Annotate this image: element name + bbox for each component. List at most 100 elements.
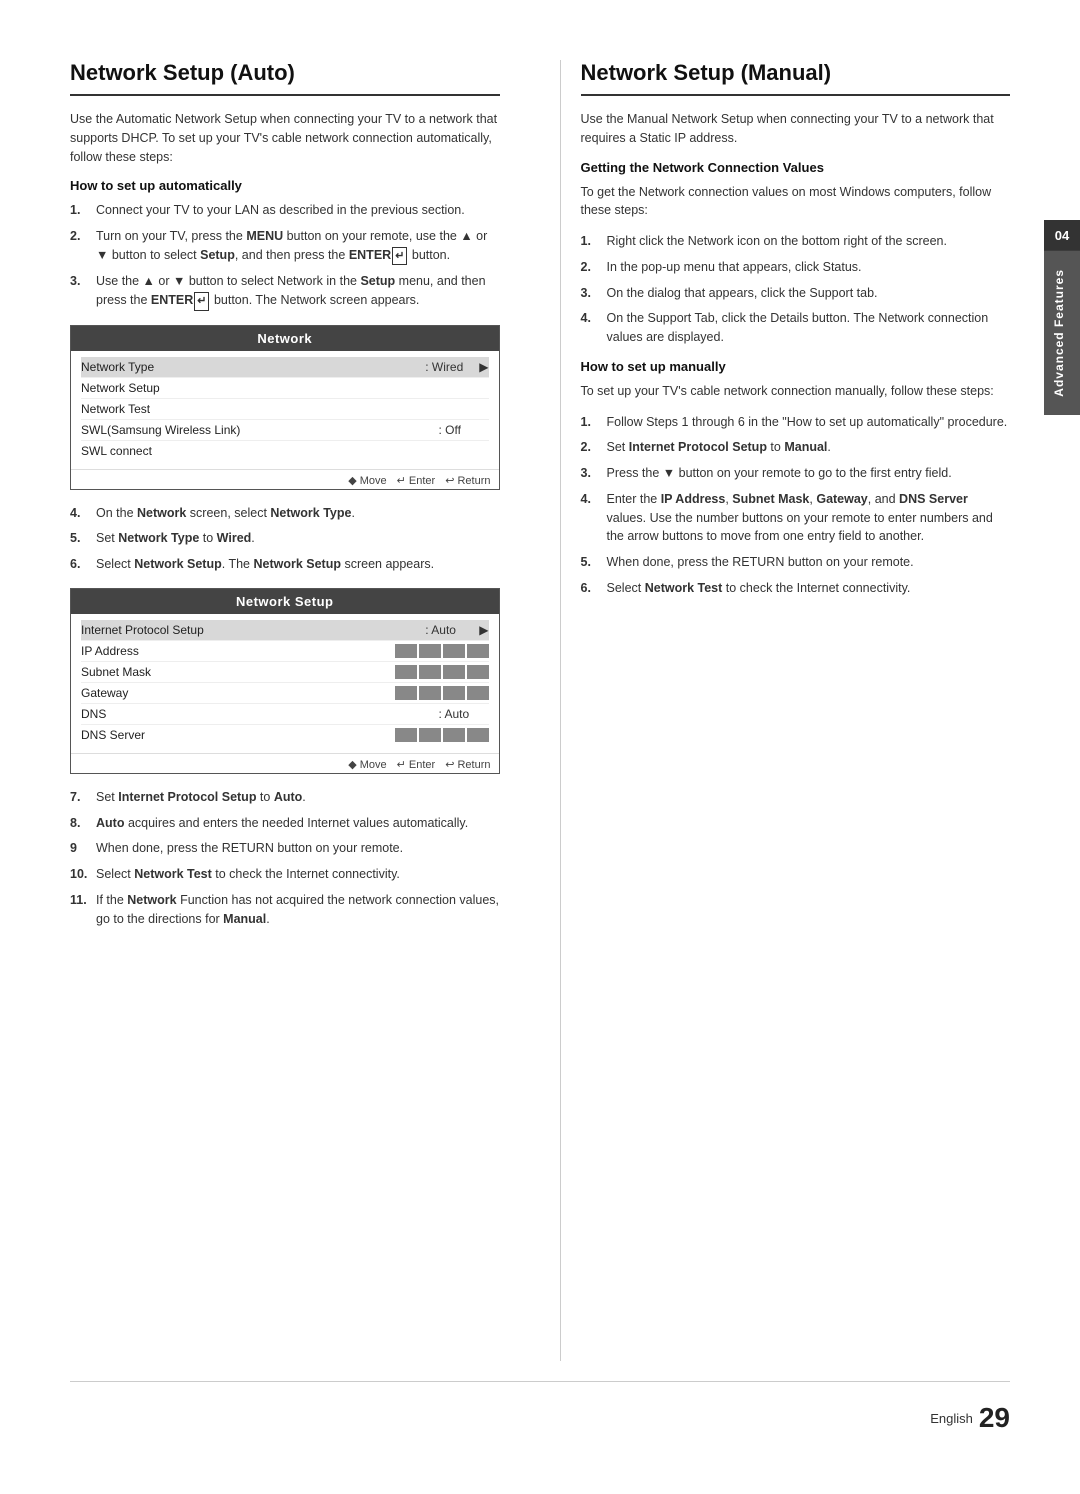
network-nav-return: ↩ Return xyxy=(445,474,490,487)
gv-step-1-num: 1. xyxy=(581,232,599,251)
manual-step-5-text: When done, press the RETURN button on yo… xyxy=(607,553,1011,572)
auto-step-2-text: Turn on your TV, press the MENU button o… xyxy=(96,227,500,265)
step-9-text: When done, press the RETURN button on yo… xyxy=(96,839,500,858)
network-row-swl: SWL(Samsung Wireless Link) : Off xyxy=(81,420,489,441)
left-section-title: Network Setup (Auto) xyxy=(70,60,500,96)
netsetup-row-subnet: Subnet Mask xyxy=(81,662,489,683)
how-manually-title: How to set up manually xyxy=(581,359,1011,374)
pixel-2 xyxy=(419,644,441,658)
network-type-label: Network Type xyxy=(81,360,425,374)
network-test-label: Network Test xyxy=(81,402,489,416)
gv-step-2-num: 2. xyxy=(581,258,599,277)
pixel-16 xyxy=(467,728,489,742)
page: Network Setup (Auto) Use the Automatic N… xyxy=(0,0,1080,1494)
steps-after-network: 4. On the Network screen, select Network… xyxy=(70,504,500,574)
auto-step-2-num: 2. xyxy=(70,227,88,265)
network-swl-label: SWL(Samsung Wireless Link) xyxy=(81,423,439,437)
manual-step-4-text: Enter the IP Address, Subnet Mask, Gatew… xyxy=(607,490,1011,546)
auto-step-1: 1. Connect your TV to your LAN as descri… xyxy=(70,201,500,220)
auto-step-1-text: Connect your TV to your LAN as described… xyxy=(96,201,500,220)
netsetup-dns-value: : Auto xyxy=(439,707,489,721)
network-nav-enter: ↵ Enter xyxy=(397,474,436,487)
left-column: Network Setup (Auto) Use the Automatic N… xyxy=(70,60,520,1361)
netsetup-row-ips: Internet Protocol Setup : Auto ▶ xyxy=(81,620,489,641)
manual-step-4: 4. Enter the IP Address, Subnet Mask, Ga… xyxy=(581,490,1011,546)
gv-step-1-text: Right click the Network icon on the bott… xyxy=(607,232,1011,251)
right-column: Network Setup (Manual) Use the Manual Ne… xyxy=(560,60,1011,1361)
gv-step-2: 2. In the pop-up menu that appears, clic… xyxy=(581,258,1011,277)
getting-values-steps: 1. Right click the Network icon on the b… xyxy=(581,232,1011,347)
network-row-swlconnect: SWL connect xyxy=(81,441,489,461)
step-11-text: If the Network Function has not acquired… xyxy=(96,891,500,929)
gv-step-3: 3. On the dialog that appears, click the… xyxy=(581,284,1011,303)
step-6-num: 6. xyxy=(70,555,88,574)
step-5: 5. Set Network Type to Wired. xyxy=(70,529,500,548)
step-11-num: 11. xyxy=(70,891,88,929)
network-ui-box: Network Network Type : Wired ▶ Network S… xyxy=(70,325,500,490)
manual-step-3-num: 3. xyxy=(581,464,599,483)
netsetup-dnsserver-label: DNS Server xyxy=(81,728,391,742)
pixel-10 xyxy=(419,686,441,700)
step-5-text: Set Network Type to Wired. xyxy=(96,529,500,548)
netsetup-row-ip: IP Address xyxy=(81,641,489,662)
step-4-num: 4. xyxy=(70,504,88,523)
auto-step-2: 2. Turn on your TV, press the MENU butto… xyxy=(70,227,500,265)
netsetup-nav-move: ◆ Move xyxy=(348,758,386,771)
pixel-11 xyxy=(443,686,465,700)
step-6-text: Select Network Setup. The Network Setup … xyxy=(96,555,500,574)
manual-step-1: 1. Follow Steps 1 through 6 in the "How … xyxy=(581,413,1011,432)
auto-step-1-num: 1. xyxy=(70,201,88,220)
netsetup-nav-enter: ↵ Enter xyxy=(397,758,436,771)
network-setup-label: Network Setup xyxy=(81,381,489,395)
auto-step-3: 3. Use the ▲ or ▼ button to select Netwo… xyxy=(70,272,500,310)
step-10-num: 10. xyxy=(70,865,88,884)
pixel-5 xyxy=(395,665,417,679)
network-row-type: Network Type : Wired ▶ xyxy=(81,357,489,378)
manual-step-6-text: Select Network Test to check the Interne… xyxy=(607,579,1011,598)
manual-step-2-text: Set Internet Protocol Setup to Manual. xyxy=(607,438,1011,457)
auto-subsection-title: How to set up automatically xyxy=(70,178,500,193)
pixel-12 xyxy=(467,686,489,700)
manual-step-4-num: 4. xyxy=(581,490,599,546)
network-swl-value: : Off xyxy=(439,423,489,437)
netsetup-row-dns: DNS : Auto xyxy=(81,704,489,725)
network-setup-ui-header: Network Setup xyxy=(71,589,499,614)
step-5-num: 5. xyxy=(70,529,88,548)
netsetup-ips-value: : Auto xyxy=(425,623,475,637)
manual-step-3: 3. Press the ▼ button on your remote to … xyxy=(581,464,1011,483)
side-tab-number: 04 xyxy=(1044,220,1080,251)
network-nav-move: ◆ Move xyxy=(348,474,386,487)
pixel-7 xyxy=(443,665,465,679)
step-4: 4. On the Network screen, select Network… xyxy=(70,504,500,523)
step-8: 8. Auto acquires and enters the needed I… xyxy=(70,814,500,833)
network-row-setup: Network Setup xyxy=(81,378,489,399)
manual-step-3-text: Press the ▼ button on your remote to go … xyxy=(607,464,1011,483)
netsetup-subnet-pixels xyxy=(395,665,489,679)
content-area: Network Setup (Auto) Use the Automatic N… xyxy=(70,60,1010,1361)
auto-step-3-num: 3. xyxy=(70,272,88,310)
netsetup-gateway-pixels xyxy=(395,686,489,700)
gv-step-4: 4. On the Support Tab, click the Details… xyxy=(581,309,1011,347)
network-row-test: Network Test xyxy=(81,399,489,420)
netsetup-ips-label: Internet Protocol Setup xyxy=(81,623,425,637)
gv-step-3-num: 3. xyxy=(581,284,599,303)
side-tab-label: Advanced Features xyxy=(1044,251,1080,415)
step-11: 11. If the Network Function has not acqu… xyxy=(70,891,500,929)
step-8-text: Auto acquires and enters the needed Inte… xyxy=(96,814,500,833)
step-6: 6. Select Network Setup. The Network Set… xyxy=(70,555,500,574)
pixel-6 xyxy=(419,665,441,679)
network-ui-header: Network xyxy=(71,326,499,351)
gv-step-4-text: On the Support Tab, click the Details bu… xyxy=(607,309,1011,347)
getting-values-title: Getting the Network Connection Values xyxy=(581,160,1011,175)
manual-step-5: 5. When done, press the RETURN button on… xyxy=(581,553,1011,572)
step-10: 10. Select Network Test to check the Int… xyxy=(70,865,500,884)
gv-step-3-text: On the dialog that appears, click the Su… xyxy=(607,284,1011,303)
step-7-num: 7. xyxy=(70,788,88,807)
manual-step-1-num: 1. xyxy=(581,413,599,432)
network-type-arrow: ▶ xyxy=(479,360,488,374)
netsetup-nav-bar: ◆ Move ↵ Enter ↩ Return xyxy=(71,753,499,773)
getting-values-intro: To get the Network connection values on … xyxy=(581,183,1011,221)
auto-step-3-text: Use the ▲ or ▼ button to select Network … xyxy=(96,272,500,310)
right-section-title: Network Setup (Manual) xyxy=(581,60,1011,96)
gv-step-2-text: In the pop-up menu that appears, click S… xyxy=(607,258,1011,277)
